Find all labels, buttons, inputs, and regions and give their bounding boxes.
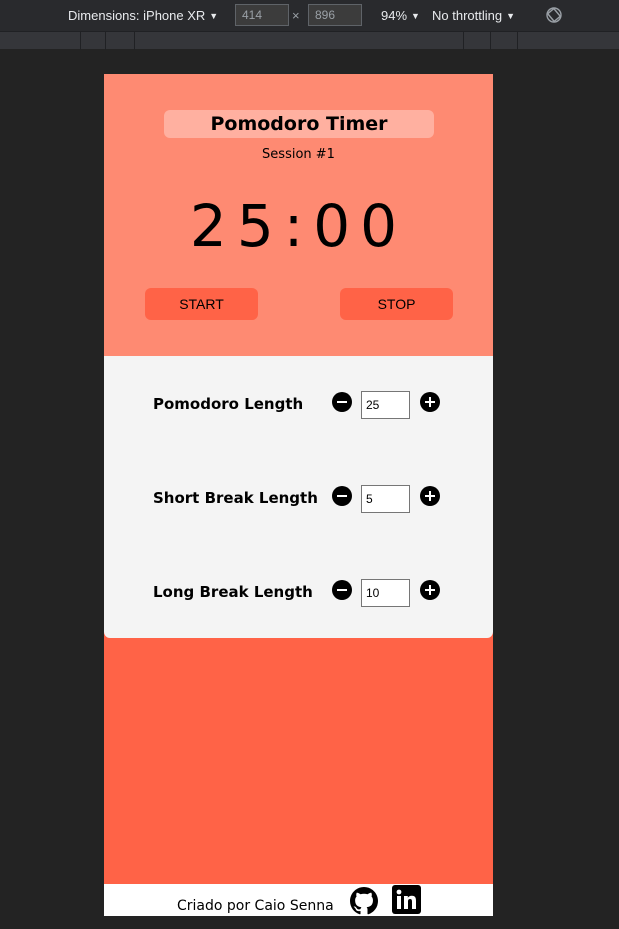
increment-long-break-button[interactable] bbox=[420, 580, 440, 600]
plus-icon bbox=[425, 585, 435, 595]
increment-short-break-button[interactable] bbox=[420, 486, 440, 506]
increment-pomodoro-button[interactable] bbox=[420, 392, 440, 412]
plus-icon bbox=[425, 397, 435, 407]
times-separator: × bbox=[292, 8, 300, 23]
height-input[interactable] bbox=[308, 4, 362, 26]
setting-label: Short Break Length bbox=[153, 489, 318, 507]
decrement-short-break-button[interactable] bbox=[332, 486, 352, 506]
decrement-pomodoro-button[interactable] bbox=[332, 392, 352, 412]
devtools-toolbar: Dimensions: iPhone XR▼ × 94%▼ No throttl… bbox=[0, 0, 619, 31]
setting-row-pomodoro: Pomodoro Length bbox=[104, 389, 493, 419]
device-ruler bbox=[0, 31, 619, 50]
width-input[interactable] bbox=[235, 4, 289, 26]
zoom-select[interactable]: 94% ▼ bbox=[381, 8, 420, 23]
setting-label: Pomodoro Length bbox=[153, 395, 304, 413]
minus-icon bbox=[337, 495, 347, 497]
footer: Criado por Caio Senna bbox=[104, 884, 493, 916]
device-dimensions-select[interactable]: Dimensions: iPhone XR ▼ bbox=[68, 8, 218, 23]
dropdown-arrow-icon: ▼ bbox=[506, 11, 516, 21]
setting-row-long-break: Long Break Length bbox=[104, 577, 493, 607]
linkedin-icon[interactable] bbox=[392, 885, 421, 914]
app-title: Pomodoro Timer bbox=[164, 110, 434, 138]
stop-button[interactable]: STOP bbox=[340, 288, 453, 320]
rotate-icon[interactable] bbox=[545, 6, 563, 24]
session-label: Session #1 bbox=[262, 147, 335, 162]
ruler-tick bbox=[134, 32, 135, 50]
ruler-tick bbox=[490, 32, 491, 50]
settings-panel: Pomodoro Length Short Break Length Long … bbox=[104, 356, 493, 638]
long-break-length-input[interactable] bbox=[361, 579, 410, 607]
throttling-select[interactable]: No throttling ▼ bbox=[432, 8, 515, 23]
setting-row-short-break: Short Break Length bbox=[104, 483, 493, 513]
timer-panel: Pomodoro Timer Session #1 25:00 START ST… bbox=[104, 74, 493, 356]
decrement-long-break-button[interactable] bbox=[332, 580, 352, 600]
short-break-length-input[interactable] bbox=[361, 485, 410, 513]
minus-icon bbox=[337, 589, 347, 591]
phone-viewport: Pomodoro Timer Session #1 25:00 START ST… bbox=[104, 74, 493, 916]
setting-label: Long Break Length bbox=[153, 583, 313, 601]
start-button[interactable]: START bbox=[145, 288, 258, 320]
ruler-tick bbox=[517, 32, 518, 50]
github-icon[interactable] bbox=[350, 887, 378, 915]
throttling-label: No throttling bbox=[432, 8, 503, 23]
pomodoro-length-input[interactable] bbox=[361, 391, 410, 419]
plus-icon bbox=[425, 491, 435, 501]
zoom-label: 94% bbox=[381, 8, 408, 23]
dropdown-arrow-icon: ▼ bbox=[209, 11, 219, 21]
footer-credit: Criado por Caio Senna bbox=[177, 898, 334, 914]
ruler-tick bbox=[105, 32, 106, 50]
ruler-tick bbox=[463, 32, 464, 50]
minus-icon bbox=[337, 401, 347, 403]
ruler-tick bbox=[80, 32, 81, 50]
dropdown-arrow-icon: ▼ bbox=[411, 11, 420, 21]
timer-display: 25:00 bbox=[189, 192, 408, 260]
dimensions-label: Dimensions: iPhone XR bbox=[68, 8, 206, 23]
